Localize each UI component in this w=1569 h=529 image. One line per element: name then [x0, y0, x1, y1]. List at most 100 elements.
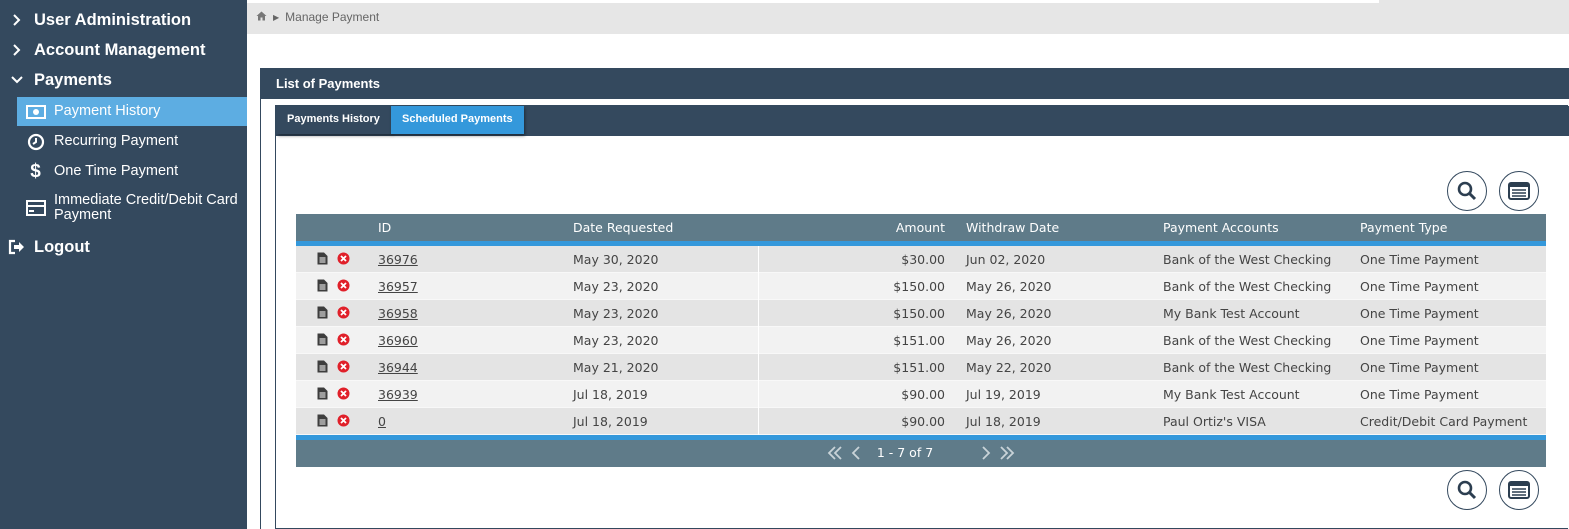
- table-row: 36944 May 21, 2020 $151.00 May 22, 2020 …: [296, 354, 1546, 381]
- column-header-amount[interactable]: Amount: [825, 220, 945, 235]
- cell-payment-account: Paul Ortiz's VISA: [1163, 414, 1266, 429]
- cell-date-requested: Jul 18, 2019: [573, 387, 648, 402]
- sidebar-subitem-immediate-card-payment[interactable]: Immediate Credit/Debit Card Payment: [17, 193, 247, 225]
- first-page-icon[interactable]: [827, 445, 843, 460]
- search-button-bottom[interactable]: [1447, 470, 1487, 510]
- payment-id-link[interactable]: 36976: [378, 252, 418, 267]
- sidebar: User Administration Account Management P…: [0, 0, 247, 529]
- payment-id-link[interactable]: 36944: [378, 360, 418, 375]
- sidebar-subitem-label: Payment History: [54, 103, 161, 119]
- chevron-right-icon: [0, 44, 34, 56]
- sidebar-item-payments[interactable]: Payments: [0, 65, 112, 95]
- delete-icon[interactable]: [337, 360, 350, 376]
- cell-amount: $30.00: [901, 252, 945, 267]
- table-row: 36939 Jul 18, 2019 $90.00 Jul 19, 2019 M…: [296, 381, 1546, 408]
- document-icon[interactable]: [317, 279, 328, 295]
- sidebar-item-label: Logout: [34, 237, 90, 256]
- cell-withdraw-date: Jul 18, 2019: [966, 414, 1041, 429]
- cell-payment-type: One Time Payment: [1360, 387, 1479, 402]
- column-header-withdraw-date[interactable]: Withdraw Date: [966, 220, 1059, 235]
- document-icon[interactable]: [317, 387, 328, 403]
- payment-id-link[interactable]: 36960: [378, 333, 418, 348]
- search-button[interactable]: [1447, 171, 1487, 211]
- table-row: 36976 May 30, 2020 $30.00 Jun 02, 2020 B…: [296, 246, 1546, 273]
- delete-icon[interactable]: [337, 387, 350, 403]
- document-icon[interactable]: [317, 414, 328, 430]
- delete-icon[interactable]: [337, 279, 350, 295]
- home-icon[interactable]: [256, 10, 267, 24]
- top-bar: [247, 0, 1569, 34]
- sidebar-item-label: User Administration: [34, 10, 192, 29]
- cell-amount: $150.00: [893, 306, 945, 321]
- sidebar-item-logout[interactable]: Logout: [0, 232, 90, 262]
- document-icon[interactable]: [317, 333, 328, 349]
- column-header-payment-type[interactable]: Payment Type: [1360, 220, 1447, 235]
- last-page-icon[interactable]: [999, 445, 1015, 460]
- cell-withdraw-date: Jul 19, 2019: [966, 387, 1041, 402]
- next-page-icon[interactable]: [981, 445, 991, 460]
- search-icon: [1457, 181, 1477, 201]
- sidebar-item-account-management[interactable]: Account Management: [0, 35, 205, 65]
- column-header-id[interactable]: ID: [378, 220, 391, 235]
- panel-title: List of Payments: [261, 68, 1569, 99]
- cell-amount: $151.00: [893, 360, 945, 375]
- cell-withdraw-date: May 22, 2020: [966, 360, 1052, 375]
- cell-amount: $151.00: [893, 333, 945, 348]
- cell-date-requested: May 21, 2020: [573, 360, 659, 375]
- cell-payment-account: My Bank Test Account: [1163, 306, 1300, 321]
- table-footer: 1 - 7 of 7: [296, 435, 1546, 467]
- table-row: 36958 May 23, 2020 $150.00 May 26, 2020 …: [296, 300, 1546, 327]
- tab-scheduled-payments[interactable]: Scheduled Payments: [391, 106, 524, 134]
- cell-payment-account: Bank of the West Checking: [1163, 252, 1332, 267]
- dollar-icon: $: [30, 160, 41, 182]
- document-icon[interactable]: [317, 360, 328, 376]
- payment-id-link[interactable]: 36958: [378, 306, 418, 321]
- sidebar-subitem-one-time-payment[interactable]: $ One Time Payment: [17, 157, 247, 186]
- payment-id-link[interactable]: 36957: [378, 279, 418, 294]
- cell-payment-account: Bank of the West Checking: [1163, 360, 1332, 375]
- cell-payment-type: Credit/Debit Card Payment: [1360, 414, 1528, 429]
- sidebar-item-label: Account Management: [34, 40, 206, 59]
- cell-payment-type: One Time Payment: [1360, 306, 1479, 321]
- table-header: ID Date Requested Amount Withdraw Date P…: [296, 214, 1546, 246]
- breadcrumb-current: Manage Payment: [285, 10, 380, 24]
- cell-withdraw-date: Jun 02, 2020: [966, 252, 1046, 267]
- logout-icon: [0, 239, 34, 255]
- payment-id-link[interactable]: 36939: [378, 387, 418, 402]
- sidebar-subitem-payment-history[interactable]: Payment History: [17, 97, 247, 126]
- money-icon: [17, 104, 54, 119]
- delete-icon[interactable]: [337, 252, 350, 268]
- cell-withdraw-date: May 26, 2020: [966, 306, 1052, 321]
- tab-strip: Payments History Scheduled Payments: [276, 106, 1569, 136]
- sidebar-item-user-administration[interactable]: User Administration: [0, 5, 191, 35]
- document-icon[interactable]: [317, 252, 328, 268]
- cell-payment-type: One Time Payment: [1360, 360, 1479, 375]
- column-header-date-requested[interactable]: Date Requested: [573, 220, 673, 235]
- sidebar-subitem-label: Immediate Credit/Debit Card Payment: [54, 192, 238, 223]
- pager-info: 1 - 7 of 7: [876, 445, 934, 460]
- cell-date-requested: May 23, 2020: [573, 279, 659, 294]
- column-header-payment-accounts[interactable]: Payment Accounts: [1163, 220, 1279, 235]
- pager: 1 - 7 of 7: [296, 445, 1546, 460]
- list-icon: [1508, 182, 1530, 200]
- column-settings-button-bottom[interactable]: [1499, 470, 1539, 510]
- delete-icon[interactable]: [337, 306, 350, 322]
- cell-payment-type: One Time Payment: [1360, 333, 1479, 348]
- cell-payment-account: My Bank Test Account: [1163, 387, 1300, 402]
- cell-date-requested: May 30, 2020: [573, 252, 659, 267]
- sidebar-subitem-recurring-payment[interactable]: Recurring Payment: [17, 127, 247, 156]
- tab-payments-history[interactable]: Payments History: [276, 106, 391, 134]
- column-settings-button[interactable]: [1499, 171, 1539, 211]
- prev-page-icon[interactable]: [851, 445, 861, 460]
- cell-date-requested: Jul 18, 2019: [573, 414, 648, 429]
- cell-withdraw-date: May 26, 2020: [966, 333, 1052, 348]
- cell-payment-account: Bank of the West Checking: [1163, 279, 1332, 294]
- cell-payment-account: Bank of the West Checking: [1163, 333, 1332, 348]
- document-icon[interactable]: [317, 306, 328, 322]
- sidebar-subitem-label: Recurring Payment: [54, 133, 179, 149]
- payment-id-link[interactable]: 0: [378, 414, 386, 429]
- sidebar-item-label: Payments: [34, 70, 112, 89]
- delete-icon[interactable]: [337, 414, 350, 430]
- delete-icon[interactable]: [337, 333, 350, 349]
- table-row: 36957 May 23, 2020 $150.00 May 26, 2020 …: [296, 273, 1546, 300]
